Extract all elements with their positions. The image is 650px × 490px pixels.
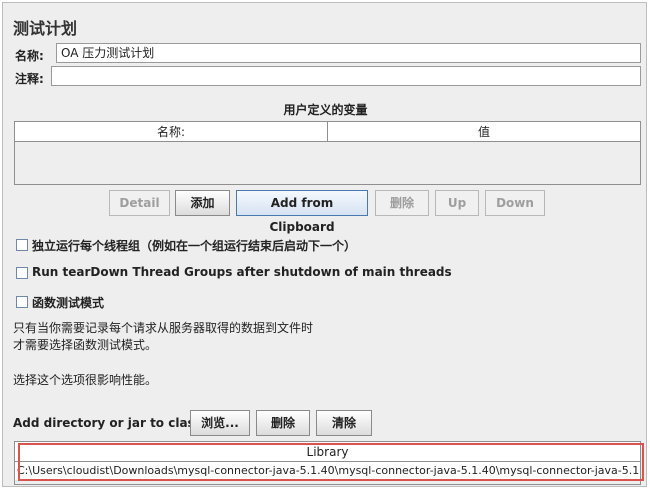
comment-label: 注释: xyxy=(15,72,44,86)
functional-mode-note-line1: 只有当你需要记录每个请求从服务器取得的数据到文件时 xyxy=(13,321,314,335)
detail-button[interactable]: Detail xyxy=(109,190,170,216)
run-teardown-checkbox[interactable] xyxy=(16,267,28,279)
test-plan-panel: 测试计划 名称: OA 压力测试计划 注释: 用户定义的变量 名称: 值 Det… xyxy=(2,2,647,487)
column-header-name[interactable]: 名称: xyxy=(15,122,328,142)
functional-mode-label: 函数测试模式 xyxy=(32,296,105,310)
name-field[interactable]: OA 压力测试计划 xyxy=(56,43,641,63)
variables-title: 用户定义的变量 xyxy=(283,103,368,117)
run-teardown-label: Run tearDown Thread Groups after shutdow… xyxy=(32,265,452,279)
run-serial-checkbox[interactable] xyxy=(16,239,28,251)
delete-variable-button[interactable]: 删除 xyxy=(375,190,429,216)
variables-table[interactable]: 名称: 值 xyxy=(14,121,641,185)
comment-field[interactable] xyxy=(51,66,641,86)
browse-button[interactable]: 浏览... xyxy=(190,410,250,436)
clear-button[interactable]: 清除 xyxy=(316,410,372,436)
add-button[interactable]: 添加 xyxy=(175,190,230,216)
highlight-box xyxy=(18,443,644,481)
down-button[interactable]: Down xyxy=(485,190,545,216)
column-header-value[interactable]: 值 xyxy=(328,122,640,142)
page-title: 测试计划 xyxy=(13,19,78,38)
functional-mode-checkbox[interactable] xyxy=(16,296,28,308)
up-button[interactable]: Up xyxy=(435,190,479,216)
name-label: 名称: xyxy=(15,49,44,63)
functional-mode-note-line2: 才需要选择函数测试模式。 xyxy=(13,338,158,352)
delete-classpath-button[interactable]: 删除 xyxy=(256,410,310,436)
performance-warning: 选择这个选项很影响性能。 xyxy=(13,373,158,387)
add-from-clipboard-button[interactable]: Add from Clipboard xyxy=(236,190,368,234)
run-serial-label: 独立运行每个线程组（例如在一个组运行结束后启动下一个） xyxy=(32,239,357,253)
